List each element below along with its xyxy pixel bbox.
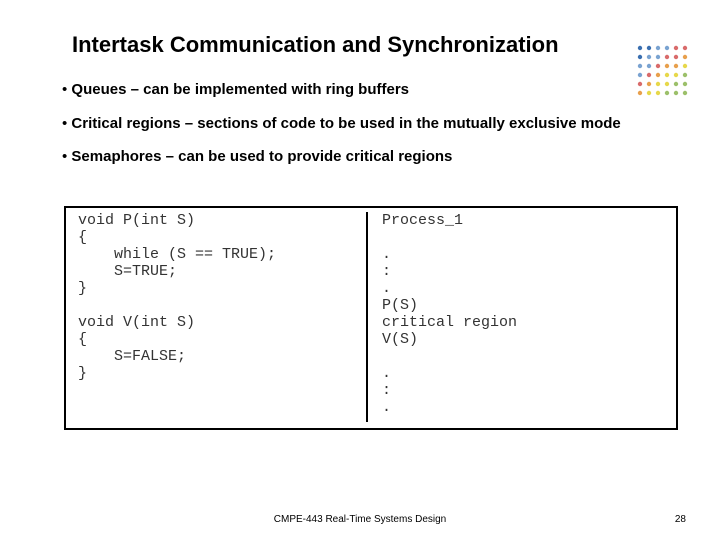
footer-course: CMPE-443 Real-Time Systems Design — [0, 514, 720, 525]
slide-title: Intertask Communication and Synchronizat… — [72, 32, 559, 58]
bullet-lead: Critical regions — [71, 115, 180, 132]
bullet-item: • Semaphores – can be used to provide cr… — [62, 147, 622, 167]
bullet-rest: – can be implemented with ring buffers — [126, 81, 409, 98]
code-block-left: void P(int S) { while (S == TRUE); S=TRU… — [78, 212, 276, 382]
logo-dots-icon — [634, 42, 690, 103]
bullet-lead: Semaphores — [71, 148, 161, 165]
bullet-list: • Queues – can be implemented with ring … — [62, 80, 622, 181]
bullet-prefix: • — [62, 81, 71, 98]
bullet-rest: – can be used to provide critical region… — [161, 148, 452, 165]
code-figure: void P(int S) { while (S == TRUE); S=TRU… — [64, 206, 678, 430]
footer-page-number: 28 — [675, 514, 686, 525]
bullet-lead: Queues — [71, 81, 126, 98]
slide: Intertask Communication and Synchronizat… — [0, 0, 720, 540]
bullet-item: • Critical regions – sections of code to… — [62, 114, 622, 134]
code-block-right: Process_1 . : . P(S) critical region V(S… — [366, 212, 517, 422]
bullet-prefix: • — [62, 148, 71, 165]
bullet-prefix: • — [62, 115, 71, 132]
bullet-rest: – sections of code to be used in the mut… — [181, 115, 621, 132]
bullet-item: • Queues – can be implemented with ring … — [62, 80, 622, 100]
